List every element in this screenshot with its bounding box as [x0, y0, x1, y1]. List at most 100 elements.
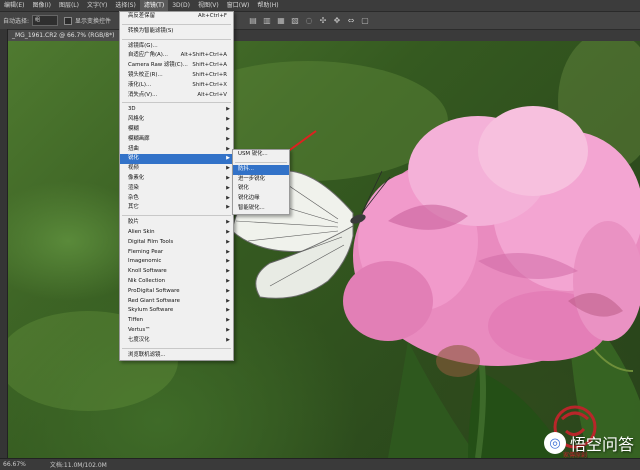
submenu-arrow-icon: ▶	[226, 258, 230, 265]
submenu-arrow-icon: ▶	[226, 228, 230, 235]
menu-item-label: 扭曲	[128, 145, 139, 152]
menu-item-label: 模糊画廊	[128, 135, 150, 142]
watermark-text: 悟空问答	[569, 435, 634, 454]
menu-item-blur[interactable]: 模糊 ▶	[120, 125, 233, 135]
3d-slide-icon[interactable]: ⇔	[346, 15, 356, 25]
options-bar: 自动选择: 组 显示变换控件 ▤ ▥ ▦ ▧ ◌ ✣ ✥ ⇔ ▢	[0, 12, 640, 30]
menu-item-distort[interactable]: 扭曲 ▶	[120, 145, 233, 155]
menu-item-label: 视频	[128, 165, 139, 172]
submenu-item-shake-reduction[interactable]: 防抖...	[233, 164, 289, 175]
menu-item-render[interactable]: 渲染 ▶	[120, 184, 233, 194]
menu-3d[interactable]: 3D(D)	[168, 0, 194, 11]
photo-illustration	[8, 41, 640, 458]
menu-item-label: 智能锐化...	[238, 204, 265, 211]
menu-item-vertus[interactable]: Vertus™ ▶	[120, 326, 233, 336]
menu-item-label: 七度汉化	[128, 336, 150, 343]
menu-item-sharpen[interactable]: 锐化 ▶	[120, 154, 233, 165]
menu-item-video[interactable]: 视频 ▶	[120, 164, 233, 174]
submenu-item-sharpen-more[interactable]: 进一步锐化	[233, 175, 289, 185]
menu-layer[interactable]: 图层(L)	[55, 0, 83, 11]
menu-item-label: Camera Raw 滤镜(C)...	[128, 62, 188, 69]
menu-item-label: 其它	[128, 204, 139, 211]
shortcut-label: Shift+Ctrl+A	[192, 62, 227, 69]
menu-item-label: 3D	[128, 106, 136, 113]
submenu-item-unsharp-mask[interactable]: USM 锐化...	[233, 150, 289, 160]
menu-item-tiffen[interactable]: Tiffen ▶	[120, 316, 233, 326]
submenu-arrow-icon: ▶	[226, 317, 230, 324]
submenu-arrow-icon: ▶	[226, 287, 230, 294]
menu-select[interactable]: 选择(S)	[111, 0, 140, 11]
wukong-logo-icon: ◎	[543, 432, 566, 454]
menu-item-red-giant-software[interactable]: Red Giant Software ▶	[120, 297, 233, 307]
align-top-icon[interactable]: ▤	[248, 15, 258, 25]
menu-item-qidu-hanhua[interactable]: 七度汉化 ▶	[120, 336, 233, 346]
document-tab-title: _MG_1961.CR2 @ 66.7% (RGB/8*)	[12, 32, 115, 39]
menu-item-blur-gallery[interactable]: 模糊画廊 ▶	[120, 135, 233, 145]
submenu-item-sharpen-edges[interactable]: 锐化边缘	[233, 194, 289, 204]
menu-item-other[interactable]: 其它 ▶	[120, 203, 233, 213]
menu-item-3d[interactable]: 3D ▶	[120, 105, 233, 115]
tab-strip	[232, 30, 640, 41]
shortcut-label: Shift+Ctrl+X	[192, 81, 227, 88]
zoom-level[interactable]: 66.67%	[3, 461, 26, 468]
menu-item-nik-collection[interactable]: Nik Collection ▶	[120, 277, 233, 287]
menu-item-pixelate[interactable]: 像素化 ▶	[120, 174, 233, 184]
menu-image[interactable]: 图像(I)	[28, 0, 54, 11]
3d-orbit-icon[interactable]: ◌	[304, 15, 314, 25]
menu-item-label: 锐化边缘	[238, 195, 260, 202]
menu-item-adaptive-wide-angle[interactable]: 自适应广角(A)... Alt+Shift+Ctrl+A	[120, 51, 233, 61]
menu-item-label: 高反差保留	[128, 13, 155, 19]
menu-item-browse-online-filters[interactable]: 浏览联机滤镜...	[120, 351, 233, 361]
menu-item-high-pass[interactable]: 高反差保留 Alt+Ctrl+F	[120, 12, 233, 22]
menu-item-lens-correction[interactable]: 镜头校正(R)... Shift+Ctrl+R	[120, 71, 233, 81]
menu-item-label: 渲染	[128, 184, 139, 191]
menu-item-filter-gallery[interactable]: 滤镜库(G)...	[120, 42, 233, 52]
menu-item-stylize[interactable]: 风格化 ▶	[120, 115, 233, 125]
menu-help[interactable]: 帮助(H)	[253, 0, 282, 11]
menu-item-digital-film-tools[interactable]: Digital Film Tools ▶	[120, 238, 233, 248]
submenu-arrow-icon: ▶	[226, 116, 230, 123]
menu-item-convert-smart-filter[interactable]: 转换为智能滤镜(S)	[120, 27, 233, 37]
menu-type[interactable]: 文字(Y)	[83, 0, 111, 11]
menu-filter[interactable]: 滤镜(T)	[139, 0, 169, 11]
submenu-arrow-icon: ▶	[226, 174, 230, 181]
submenu-arrow-icon: ▶	[226, 307, 230, 314]
3d-pan-icon[interactable]: ✥	[332, 15, 342, 25]
menu-item-film[interactable]: 胶片 ▶	[120, 218, 233, 228]
menu-edit[interactable]: 编辑(E)	[0, 0, 28, 11]
align-middle-icon[interactable]: ▥	[262, 15, 272, 25]
menu-item-camera-raw[interactable]: Camera Raw 滤镜(C)... Shift+Ctrl+A	[120, 61, 233, 71]
submenu-arrow-icon: ▶	[226, 135, 230, 142]
menu-item-label: ProDigital Software	[128, 287, 180, 294]
distribute-icon[interactable]: ▧	[290, 15, 300, 25]
submenu-arrow-icon: ▶	[226, 106, 230, 113]
menu-view[interactable]: 视图(V)	[194, 0, 223, 11]
menu-item-liquify[interactable]: 液化(L)... Shift+Ctrl+X	[120, 81, 233, 91]
menu-item-label: 防抖...	[238, 165, 254, 172]
submenu-item-sharpen[interactable]: 锐化	[233, 184, 289, 194]
auto-select-dropdown[interactable]: 组	[32, 15, 59, 26]
submenu-item-smart-sharpen[interactable]: 智能锐化...	[233, 204, 289, 214]
shortcut-label: Alt+Ctrl+F	[197, 13, 227, 19]
menu-item-fleming-pear[interactable]: Fleming Pear ▶	[120, 248, 233, 258]
submenu-arrow-icon: ▶	[226, 184, 230, 191]
document-info: 文档:11.0M/102.0M	[49, 462, 107, 469]
menu-item-label: 杂色	[128, 194, 139, 201]
menu-item-prodigital-software[interactable]: ProDigital Software ▶	[120, 287, 233, 297]
menu-item-skylum-software[interactable]: Skylum Software ▶	[120, 306, 233, 316]
menu-item-knoll-software[interactable]: Knoll Software ▶	[120, 267, 233, 277]
submenu-arrow-icon: ▶	[226, 145, 230, 152]
menu-item-vanishing-point[interactable]: 消失点(V)... Alt+Ctrl+V	[120, 91, 233, 101]
tools-panel[interactable]	[0, 29, 8, 458]
3d-scale-icon[interactable]: ▢	[360, 15, 370, 25]
menu-item-label: Nik Collection	[128, 277, 166, 284]
menu-item-label: Red Giant Software	[128, 297, 180, 304]
menu-item-alien-skin[interactable]: Alien Skin ▶	[120, 228, 233, 238]
3d-rotate-icon[interactable]: ✣	[318, 15, 328, 25]
menu-item-imagenomic[interactable]: Imagenomic ▶	[120, 257, 233, 267]
align-bottom-icon[interactable]: ▦	[276, 15, 286, 25]
menu-item-noise[interactable]: 杂色 ▶	[120, 194, 233, 204]
show-transform-checkbox[interactable]	[64, 16, 73, 25]
photo-canvas[interactable]: 家傳原創	[8, 41, 640, 458]
menu-window[interactable]: 窗口(W)	[223, 0, 254, 11]
